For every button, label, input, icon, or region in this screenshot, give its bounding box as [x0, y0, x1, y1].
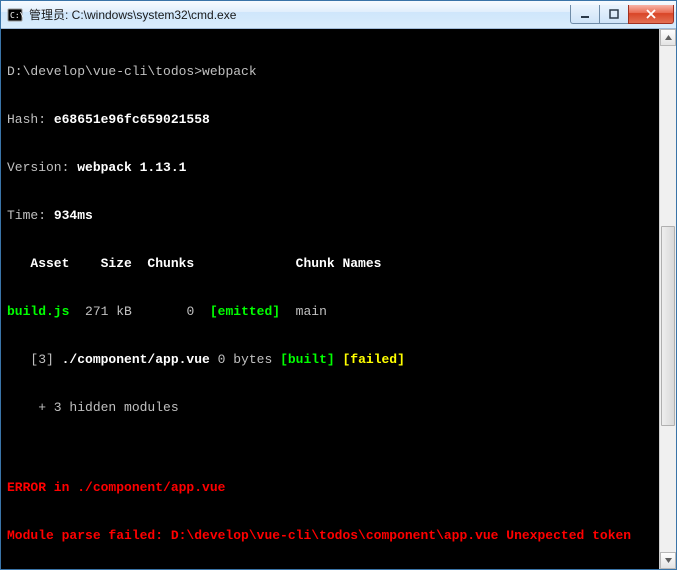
minimize-button[interactable]: [570, 5, 600, 24]
error-line: ERROR in ./component/app.vue: [7, 480, 674, 496]
titlebar[interactable]: C:\ 管理员: C:\windows\system32\cmd.exe: [1, 1, 676, 29]
cmd-window: C:\ 管理员: C:\windows\system32\cmd.exe D:\…: [0, 0, 677, 570]
asset-row: build.js 271 kB 0 [emitted] main: [7, 304, 674, 320]
module-row: [3] ./component/app.vue 0 bytes [built] …: [7, 352, 674, 368]
scroll-track[interactable]: [660, 46, 676, 552]
scrollbar[interactable]: [659, 29, 676, 569]
hidden-modules: + 3 hidden modules: [7, 400, 674, 416]
prompt-line: D:\develop\vue-cli\todos>webpack: [7, 64, 674, 80]
window-title: 管理员: C:\windows\system32\cmd.exe: [29, 6, 571, 23]
close-button[interactable]: [628, 5, 674, 24]
terminal-output[interactable]: D:\develop\vue-cli\todos>webpack Hash: e…: [1, 29, 676, 569]
scroll-up-button[interactable]: [660, 29, 676, 46]
scroll-thumb[interactable]: [661, 226, 675, 426]
window-controls: [571, 5, 674, 24]
cmd-icon: C:\: [7, 7, 23, 23]
error-line: Module parse failed: D:\develop\vue-cli\…: [7, 528, 674, 544]
table-header: Asset Size Chunks Chunk Names: [7, 256, 674, 272]
hash-line: Hash: e68651e96fc659021558: [7, 112, 674, 128]
version-line: Version: webpack 1.13.1: [7, 160, 674, 176]
time-line: Time: 934ms: [7, 208, 674, 224]
scroll-down-button[interactable]: [660, 552, 676, 569]
svg-text:C:\: C:\: [10, 11, 23, 20]
maximize-button[interactable]: [599, 5, 629, 24]
